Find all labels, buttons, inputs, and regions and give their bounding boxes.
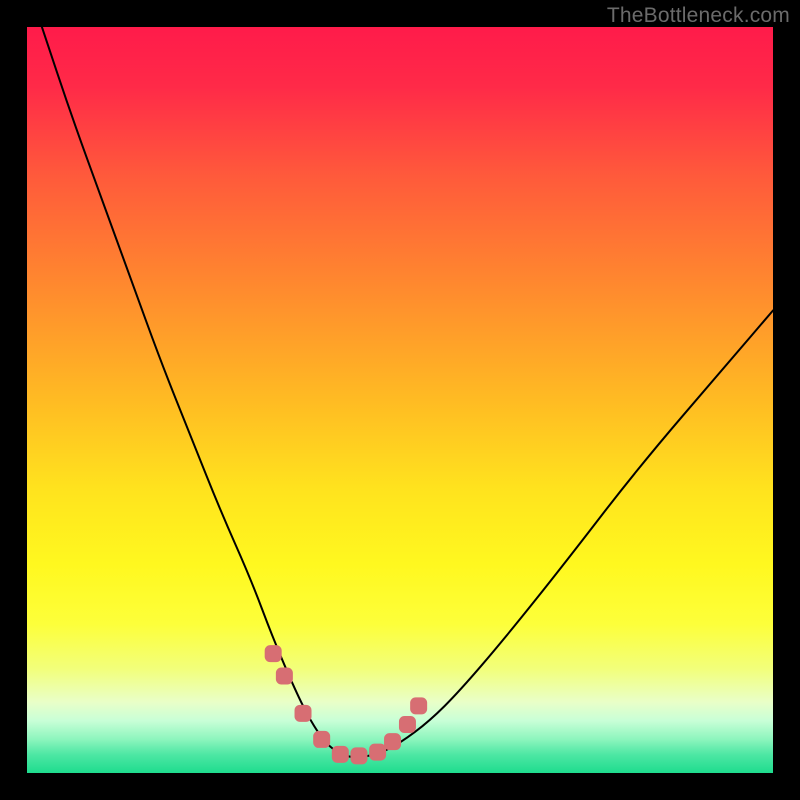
- marker-point: [411, 698, 427, 714]
- marker-point: [399, 717, 415, 733]
- marker-point: [332, 746, 348, 762]
- marker-point: [295, 705, 311, 721]
- marker-point: [351, 748, 367, 764]
- marker-point: [314, 731, 330, 747]
- watermark-text: TheBottleneck.com: [607, 4, 790, 28]
- marker-point: [276, 668, 292, 684]
- chart-area: [27, 27, 773, 773]
- highlight-markers: [265, 646, 426, 764]
- marker-point: [265, 646, 281, 662]
- plot-layer: [27, 27, 773, 773]
- marker-point: [370, 744, 386, 760]
- marker-point: [385, 734, 401, 750]
- bottleneck-curve: [42, 27, 773, 757]
